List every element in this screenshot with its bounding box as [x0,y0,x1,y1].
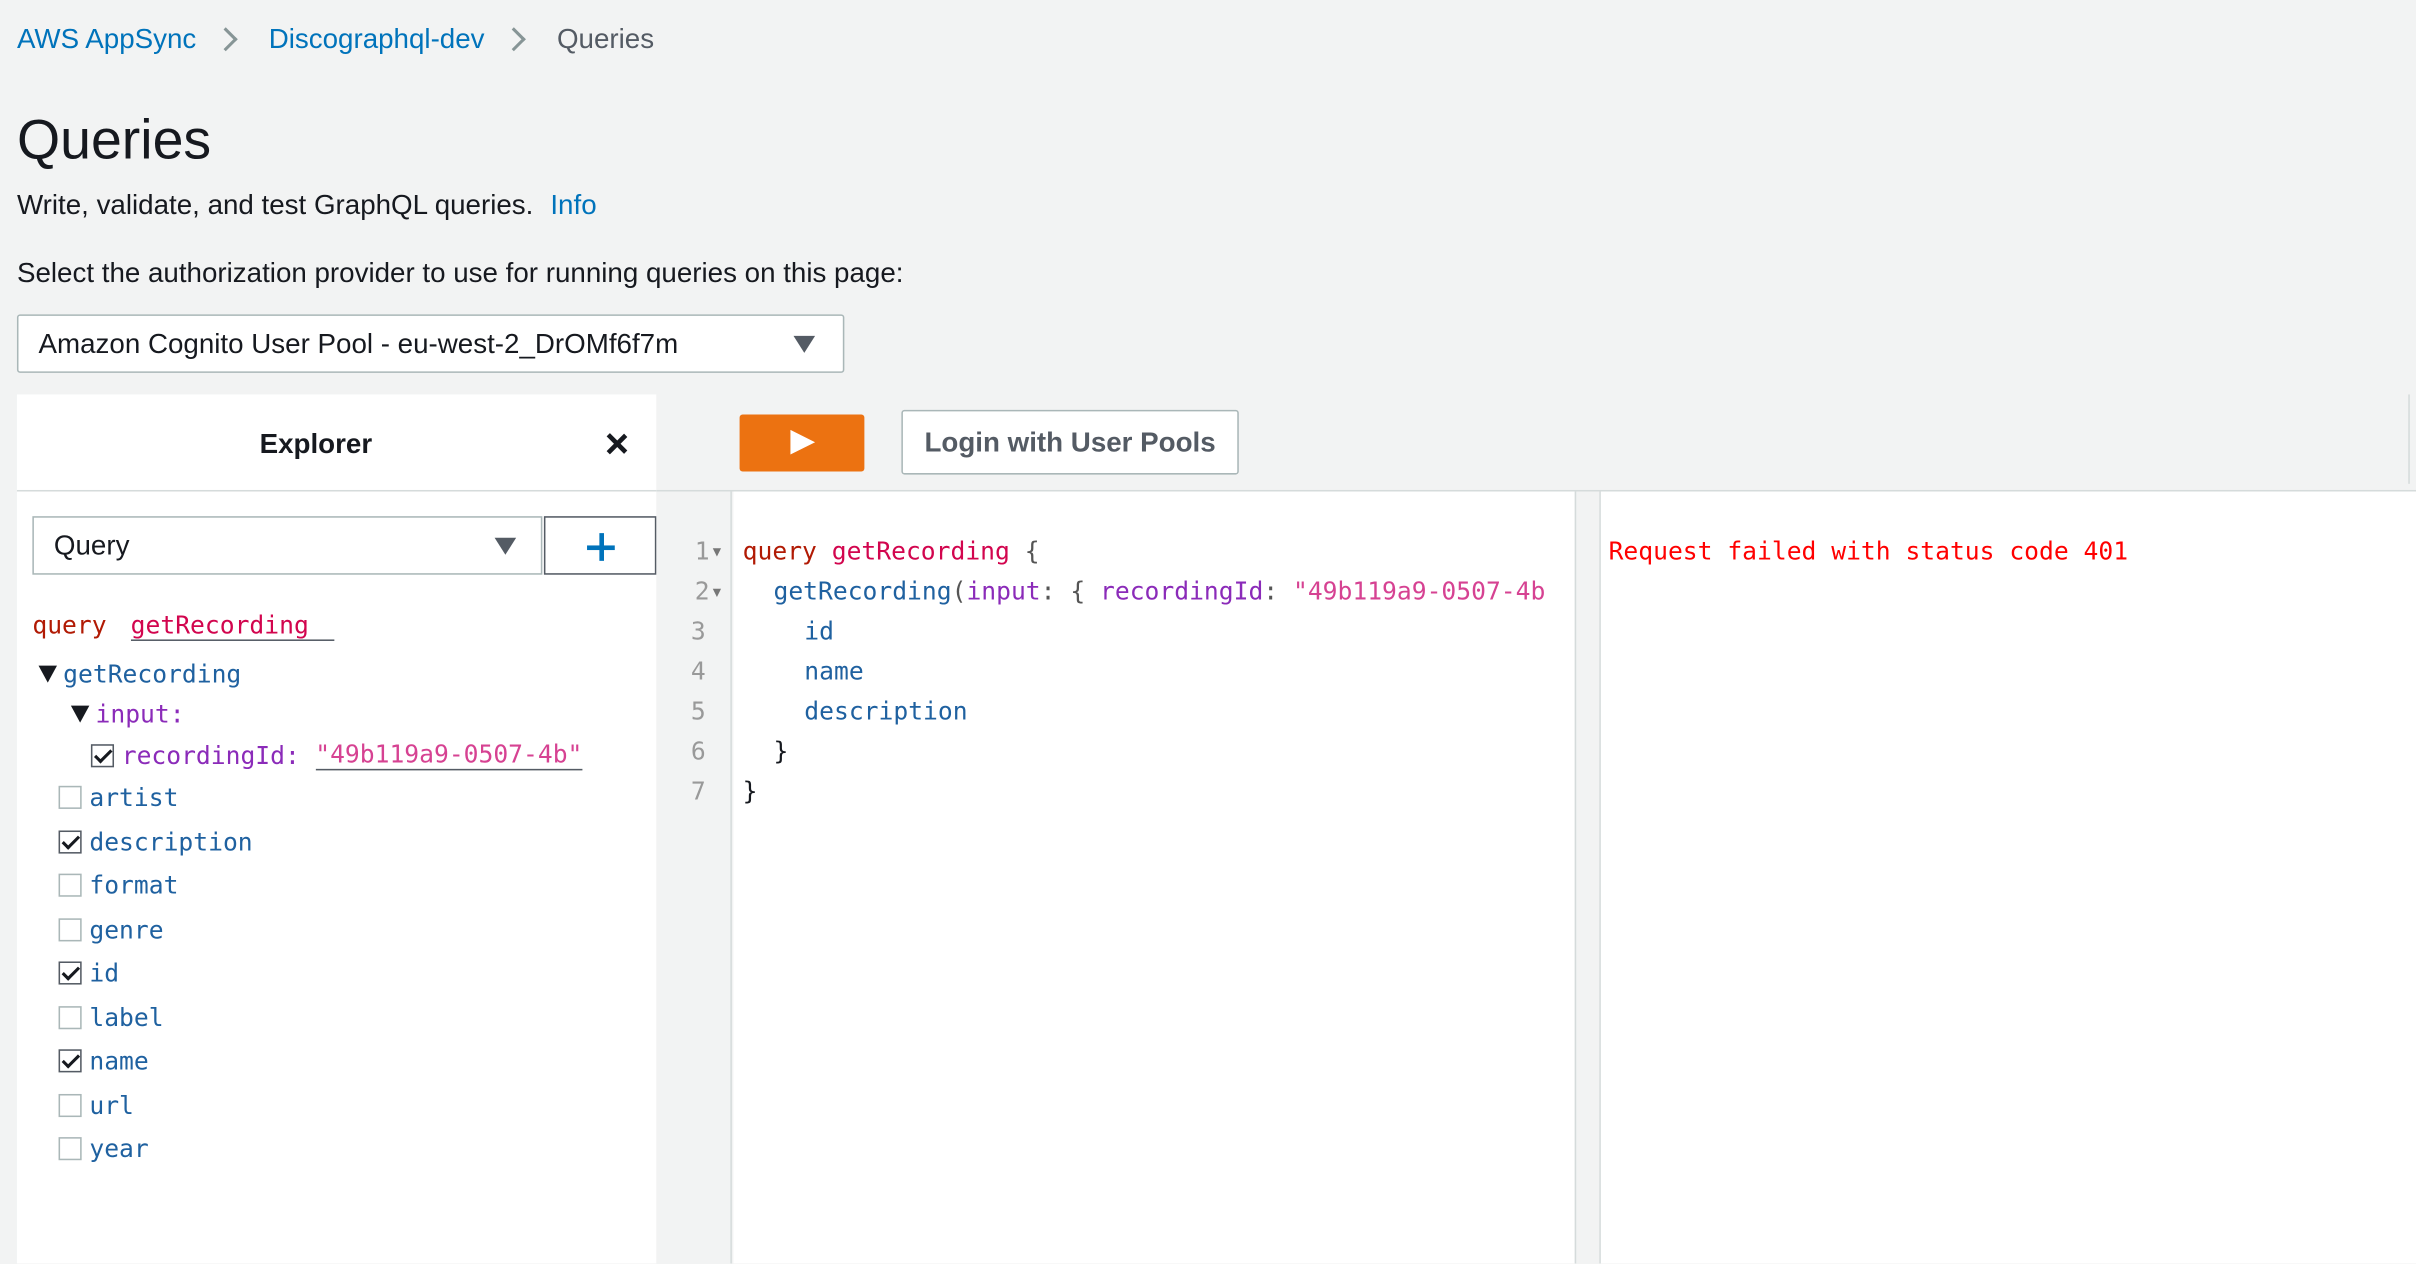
line-number: 4 [690,656,706,686]
triangle-down-icon [70,705,90,723]
queries-page: AWS AppSync Discographql-dev Queries Que… [0,0,2416,1264]
close-icon[interactable] [601,428,632,459]
checkbox-id[interactable] [58,961,82,985]
checkbox-label[interactable] [58,1006,82,1030]
line-number: 6 [690,736,706,766]
breadcrumb-api-link[interactable]: Discographql-dev [269,23,485,55]
field-label: artist [89,782,179,813]
subtitle-text: Write, validate, and test GraphQL querie… [16,189,534,221]
fold-icon[interactable]: ▼ [713,586,721,601]
tree-recording-id[interactable]: recordingId: "49b119a9-0507-4b" [90,740,583,771]
tree-field-genre[interactable]: genre [58,915,164,945]
code-line-1: query getRecording { [742,536,1040,566]
caret-down-icon [494,537,517,555]
error-message: Request failed with status code 401 [1608,536,2129,566]
field-label: year [89,1134,149,1164]
recording-id-input[interactable]: "49b119a9-0507-4b" [315,740,583,771]
operation-type-select[interactable]: Query [32,516,543,575]
code-line-4: name [804,656,864,686]
result-pane: Request failed with status code 401 [1600,491,2416,1264]
auth-provider-select[interactable]: Amazon Cognito User Pool - eu-west-2_DrO… [16,314,845,373]
explorer-panel: Explorer Query query getRecording getRec… [16,394,657,1264]
pane-resize-handle[interactable] [1574,491,1601,1264]
explorer-title: Explorer [259,428,373,460]
code-line-5: description [804,696,968,726]
checkbox-recording-id[interactable] [90,743,115,767]
recording-id-label: recordingId: [121,740,300,770]
tree-field-description[interactable]: description [58,827,253,857]
checkbox-year[interactable] [58,1137,82,1161]
fold-icon[interactable]: ▼ [713,545,721,560]
page-subtitle: Write, validate, and test GraphQL querie… [17,190,597,222]
triangle-down-icon [38,665,58,683]
code-line-6: } [773,736,789,766]
explorer-operation-line: query getRecording [32,610,335,641]
tree-field-url[interactable]: url [58,1090,134,1121]
checkbox-url[interactable] [58,1093,82,1118]
toolbar-divider [2408,394,2410,484]
operation-name-input[interactable]: getRecording [130,610,335,641]
field-label: genre [89,915,164,945]
field-label: label [89,1003,164,1033]
checkbox-description[interactable] [58,830,82,854]
line-number: 2 ▼ [694,576,722,606]
chevron-right-icon [502,27,527,52]
input-arg-label: input: [95,699,185,729]
line-number: 3 [690,616,706,646]
editor-gutter: 1 ▼ 2 ▼ 3 4 5 6 7 [656,491,732,1264]
tree-field-label[interactable]: label [58,1003,164,1033]
field-label: name [89,1046,149,1076]
tree-field-format[interactable]: format [58,870,179,900]
checkbox-artist[interactable] [58,785,82,809]
operation-type-value: Query [53,529,130,561]
explorer-header: Explorer [16,394,657,492]
auth-provider-label: Select the authorization provider to use… [16,257,904,289]
caret-down-icon [793,335,816,353]
auth-provider-value: Amazon Cognito User Pool - eu-west-2_DrO… [38,327,679,359]
tree-input-arg[interactable]: input: [70,699,185,729]
line-number: 1 ▼ [694,536,722,566]
line-number: 5 [690,696,706,726]
breadcrumb-current: Queries [556,23,655,54]
login-user-pools-button[interactable]: Login with User Pools [901,409,1239,475]
tree-field-artist[interactable]: artist [58,782,179,813]
run-query-button[interactable] [739,414,865,472]
tree-field-year[interactable]: year [58,1134,149,1164]
line-number: 7 [690,776,706,806]
field-label: description [89,827,253,857]
tree-field-name[interactable]: name [58,1046,149,1076]
info-link[interactable]: Info [550,190,596,221]
code-line-7: } [742,776,758,806]
chevron-right-icon [214,27,239,52]
code-line-2: getRecording(input: { recordingId: "49b1… [773,576,1546,606]
breadcrumb: AWS AppSync Discographql-dev Queries [17,23,654,55]
query-editor[interactable]: query getRecording { getRecording(input:… [733,491,1575,1264]
field-label: id [89,958,120,988]
tree-root-field[interactable]: getRecording [38,659,242,689]
add-operation-button[interactable] [543,516,657,575]
field-label: format [89,870,179,900]
checkbox-genre[interactable] [58,918,82,942]
field-label: url [89,1090,134,1121]
play-icon [790,429,816,455]
page-title: Queries [16,107,212,172]
root-field-label: getRecording [63,659,242,689]
tree-field-id[interactable]: id [58,958,120,988]
query-keyword: query [32,610,107,640]
query-toolbar: Login with User Pools [656,394,2416,492]
checkbox-format[interactable] [58,873,82,897]
code-line-3: id [804,616,834,646]
checkbox-name[interactable] [58,1049,82,1073]
breadcrumb-appsync-link[interactable]: AWS AppSync [17,23,196,55]
